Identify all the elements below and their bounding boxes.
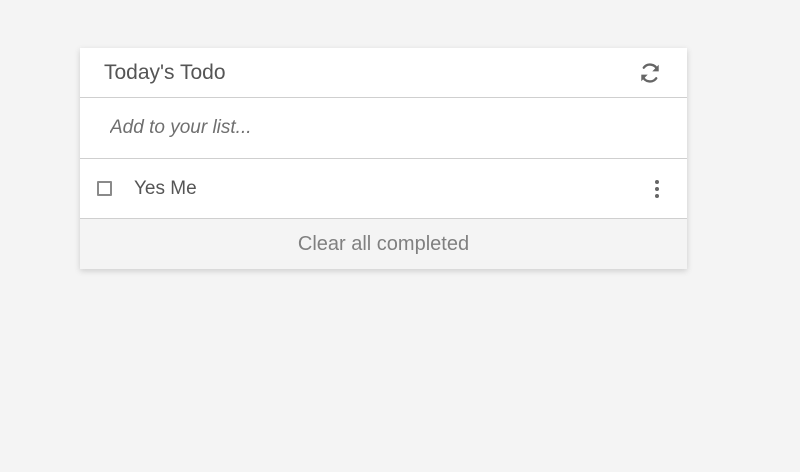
refresh-icon [641, 62, 659, 83]
more-vertical-icon-dot [655, 179, 659, 184]
more-vertical-icon-dot [655, 186, 659, 191]
clear-completed-button[interactable]: Clear all completed [80, 219, 687, 269]
add-todo-row [80, 98, 687, 159]
clear-completed-label: Clear all completed [297, 232, 470, 255]
todo-card: Today's Todo Yes Me Clear all completed [80, 48, 687, 269]
add-todo-input[interactable] [80, 98, 687, 158]
todo-menu-button[interactable] [649, 177, 665, 201]
todo-item: Yes Me [80, 159, 687, 219]
todo-header: Today's Todo [80, 48, 687, 98]
page-title: Today's Todo [104, 60, 226, 84]
todo-label: Yes Me [134, 177, 197, 199]
refresh-button[interactable] [637, 60, 663, 86]
more-vertical-icon-dot [655, 193, 659, 198]
todo-checkbox[interactable] [97, 181, 112, 196]
